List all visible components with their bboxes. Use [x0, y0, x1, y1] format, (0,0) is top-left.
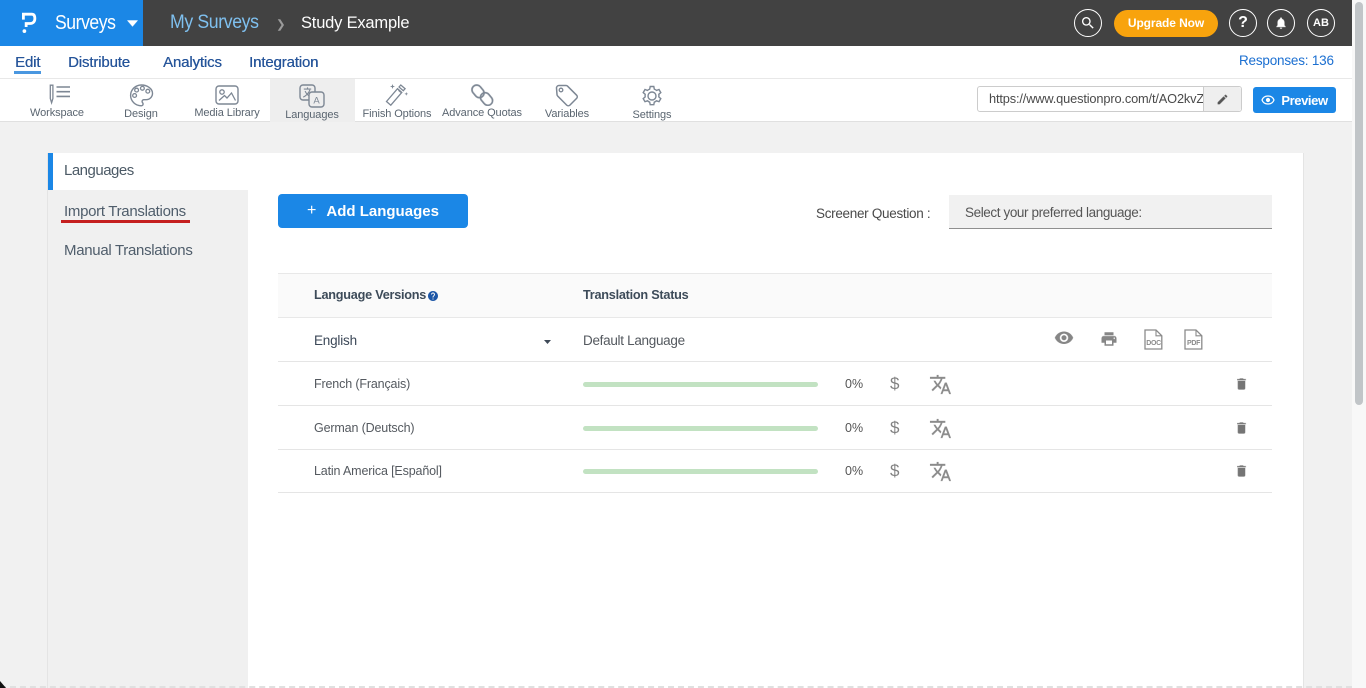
svg-text:A: A	[313, 96, 320, 107]
svg-text:PDF: PDF	[1187, 340, 1201, 347]
svg-text:DOC: DOC	[1146, 340, 1161, 347]
